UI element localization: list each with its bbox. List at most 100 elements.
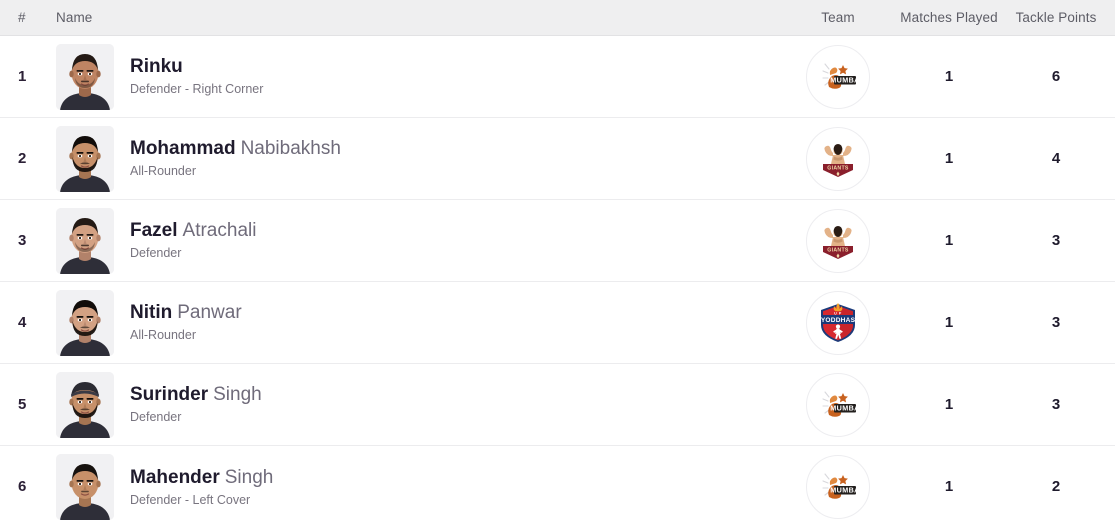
player-name: Fazel Atrachali [130,219,256,242]
column-header-team: Team [821,10,855,25]
player-cell[interactable]: Fazel Atrachali Defender [48,207,783,274]
headshot-artwork [56,371,114,438]
tackle-points-value: 6 [1051,67,1061,85]
headshot-artwork [56,207,114,274]
player-cell[interactable]: Surinder Singh Defender [48,371,783,438]
column-header-tackle-points: Tackle Points [1015,10,1097,25]
player-headshot-surinder-singh [56,371,114,438]
tackle-points-cell: 2 [1005,478,1115,496]
player-headshot-mahender-singh [56,454,114,520]
svg-text:MUMBA: MUMBA [830,75,860,84]
team-cell[interactable]: MUMBA [783,455,893,519]
player-cell[interactable]: Nitin Panwar All-Rounder [48,289,783,356]
player-name: Rinku [130,55,263,78]
matches-played-cell: 1 [893,68,1005,86]
player-role: Defender - Left Cover [130,492,251,507]
player-first-name: Nitin [130,302,173,323]
svg-text:YODDHAS: YODDHAS [821,317,856,324]
table-row-2[interactable]: 2 Mohammad Nabibakhsh All-Rounder GIANTS… [0,118,1115,200]
tackle-points-cell: 4 [1005,150,1115,168]
matches-played-value: 1 [944,395,954,413]
headshot-artwork [56,125,114,192]
player-text-block: Rinku Defender - Right Corner [130,55,263,98]
team-cell[interactable]: MUMBA [783,44,893,109]
rank-value: 5 [18,395,27,413]
table-row-3[interactable]: 3 Fazel Atrachali Defender GIANTS 1 3 [0,200,1115,282]
up-yoddhas-logo-artwork: YODDHAS U P [812,296,864,349]
tackle-points-value: 4 [1051,149,1061,167]
table-body: 1 Rinku Defender - Right Corner MUMBA 1 … [0,36,1115,528]
u-mumba-logo: MUMBA [806,455,870,519]
table-row-5[interactable]: 5 Surinder Singh Defender MUMBA 1 3 [0,364,1115,446]
table-row-4[interactable]: 4 Nitin Panwar All-Rounder YODDHAS U P 1… [0,282,1115,364]
rank-cell: 1 [0,68,48,86]
player-cell[interactable]: Rinku Defender - Right Corner [48,43,783,110]
matches-played-value: 1 [944,231,954,249]
player-cell[interactable]: Mahender Singh Defender - Left Cover [48,454,783,520]
player-last-name: Atrachali [182,220,257,241]
table-header-row: # Name Team Matches Played Tackle Points [0,0,1115,36]
headshot-artwork [56,43,114,110]
player-text-block: Surinder Singh Defender [130,383,262,426]
column-header-matches-played: Matches Played [900,10,998,25]
rank-value: 3 [18,231,27,249]
gujarat-giants-logo: GIANTS [806,208,870,273]
rank-cell: 4 [0,314,48,332]
tackle-points-value: 2 [1051,478,1061,495]
svg-text:MUMBA: MUMBA [830,486,860,495]
u-mumba-logo-artwork: MUMBA [812,461,864,513]
player-first-name: Fazel [130,220,178,241]
matches-played-cell: 1 [893,314,1005,332]
tackle-points-cell: 3 [1005,232,1115,250]
matches-played-value: 1 [944,478,954,495]
matches-played-cell: 1 [893,478,1005,496]
player-cell[interactable]: Mohammad Nabibakhsh All-Rounder [48,125,783,192]
u-mumba-logo: MUMBA [806,44,870,109]
table-row-6[interactable]: 6 Mahender Singh Defender - Left Cover M… [0,446,1115,528]
rank-value: 6 [18,478,27,495]
rank-value: 2 [18,149,27,167]
team-cell[interactable]: YODDHAS U P [783,290,893,355]
team-cell[interactable]: GIANTS [783,208,893,273]
u-mumba-logo-artwork: MUMBA [812,50,864,103]
team-cell[interactable]: GIANTS [783,126,893,191]
tackle-points-cell: 3 [1005,396,1115,414]
tackle-points-value: 3 [1051,231,1061,249]
player-last-name: Singh [213,384,262,405]
player-role: Defender [130,246,182,260]
player-headshot-rinku [56,43,114,110]
gujarat-giants-logo-artwork: GIANTS [812,132,864,185]
rank-cell: 3 [0,232,48,250]
rank-value: 4 [18,313,27,331]
rank-cell: 5 [0,396,48,414]
team-cell[interactable]: MUMBA [783,372,893,437]
matches-played-value: 1 [944,149,954,167]
matches-played-value: 1 [944,67,954,85]
svg-text:MUMBA: MUMBA [830,403,860,412]
player-headshot-nitin-panwar [56,289,114,356]
tackle-points-leaderboard: # Name Team Matches Played Tackle Points… [0,0,1115,528]
svg-text:U P: U P [834,311,842,315]
tackle-points-cell: 3 [1005,314,1115,332]
matches-played-cell: 1 [893,150,1005,168]
u-mumba-logo: MUMBA [806,372,870,437]
player-role: All-Rounder [130,328,197,342]
player-name: Mohammad Nabibakhsh [130,137,341,160]
table-row-1[interactable]: 1 Rinku Defender - Right Corner MUMBA 1 … [0,36,1115,118]
tackle-points-cell: 6 [1005,68,1115,86]
u-mumba-logo-artwork: MUMBA [812,378,864,431]
player-text-block: Fazel Atrachali Defender [130,219,256,262]
player-text-block: Nitin Panwar All-Rounder [130,301,242,344]
svg-text:GIANTS: GIANTS [827,165,849,171]
player-last-name: Nabibakhsh [240,138,341,159]
headshot-artwork [56,454,114,520]
tackle-points-value: 3 [1051,395,1061,413]
player-headshot-mohammad-nabibakhsh [56,125,114,192]
player-role: All-Rounder [130,164,197,178]
player-text-block: Mohammad Nabibakhsh All-Rounder [130,137,341,180]
player-role: Defender [130,410,182,424]
column-header-rank: # [18,10,26,25]
rank-cell: 6 [0,478,48,496]
svg-text:GIANTS: GIANTS [827,247,849,253]
player-last-name: Singh [224,466,274,488]
